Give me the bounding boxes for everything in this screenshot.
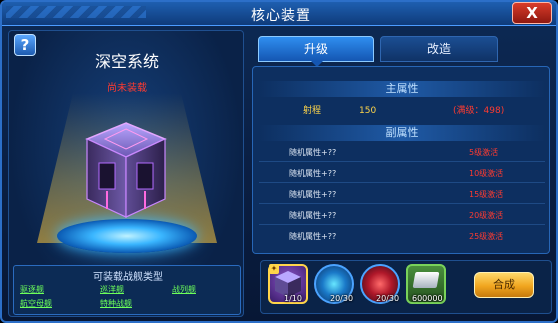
equip-status: 尚未装载 <box>107 83 147 94</box>
sub-attribute-requirement: 25级激活 <box>469 232 504 241</box>
sub-attribute-key: 随机属性+?? <box>289 169 337 178</box>
ship-type-title: 可装载战舰类型 <box>93 272 163 283</box>
sub-attribute-key: 随机属性+?? <box>289 211 337 220</box>
tab-upgrade[interactable]: 升级 <box>258 36 374 67</box>
sub-attribute-row: 随机属性+?? 25级激活 <box>259 228 545 246</box>
sub-attribute-requirement: 10级激活 <box>469 169 504 178</box>
material-count: 600000 <box>412 294 443 303</box>
tab-refit[interactable]: 改造 <box>380 36 498 62</box>
main-attribute-max: (满级：498) <box>453 106 505 116</box>
sub-attribute-requirement: 15级激活 <box>469 190 504 199</box>
item-name: 深空系统 <box>94 52 159 71</box>
tab-refit-label: 改造 <box>426 42 451 56</box>
ship-type-carrier-link[interactable]: 航空母舰 <box>20 298 52 309</box>
sub-attribute-requirement: 5级激活 <box>469 148 499 157</box>
sub-attribute-row: 随机属性+?? 5级激活 <box>259 144 545 162</box>
tab-upgrade-label: 升级 <box>303 42 328 56</box>
sub-attribute-row: 随机属性+?? 15级激活 <box>259 186 545 204</box>
title-bar: 核心装置 X <box>2 2 556 26</box>
sub-attribute-row: 随机属性+?? 20级激活 <box>259 207 545 225</box>
main-attribute-row: 射程 150 (满级：498) <box>259 101 545 121</box>
sub-attribute-row: 随机属性+?? 10级激活 <box>259 165 545 183</box>
ship-type-cruiser-link[interactable]: 巡洋舰 <box>100 284 124 295</box>
main-attribute-key: 射程 <box>303 106 322 116</box>
sub-attribute-key: 随机属性+?? <box>289 190 337 199</box>
core-device-window: 核心装置 X ? 深空系统 尚未装载 可装载战舰类型 驱逐舰 巡洋舰 战列舰 航… <box>0 0 558 323</box>
ship-type-box: 可装载战舰类型 驱逐舰 巡洋舰 战列舰 航空母舰 特种战舰 <box>13 265 241 315</box>
sub-attribute-key: 随机属性+?? <box>289 148 337 157</box>
close-button[interactable]: X <box>512 2 552 24</box>
main-attribute-header: 主属性 <box>259 81 545 97</box>
ship-type-destroyer-link[interactable]: 驱逐舰 <box>20 284 44 295</box>
main-attribute-value: 150 <box>359 106 377 116</box>
window-title: 核心装置 <box>251 8 311 24</box>
sub-attribute-key: 随机属性+?? <box>289 232 337 241</box>
compose-button[interactable]: 合成 <box>474 272 534 298</box>
core-module-icon <box>85 122 167 218</box>
item-preview-panel: ? 深空系统 尚未装载 可装载战舰类型 驱逐舰 巡洋舰 战列舰 航空母舰 特种战… <box>8 30 244 317</box>
material-count: 20/30 <box>330 294 354 303</box>
ship-type-battleship-link[interactable]: 战列舰 <box>172 284 196 295</box>
sub-attribute-requirement: 20级激活 <box>469 211 504 220</box>
ship-type-special-link[interactable]: 特种战舰 <box>100 298 132 309</box>
silver-bar-icon <box>412 272 440 288</box>
material-count: 20/30 <box>376 294 400 303</box>
bag-badge-icon: ✦ <box>269 264 279 274</box>
attributes-panel: 主属性 射程 150 (满级：498) 副属性 随机属性+?? 5级激活 随机属… <box>252 66 550 254</box>
material-count: 1/10 <box>284 294 302 303</box>
sub-attribute-header: 副属性 <box>259 125 545 141</box>
